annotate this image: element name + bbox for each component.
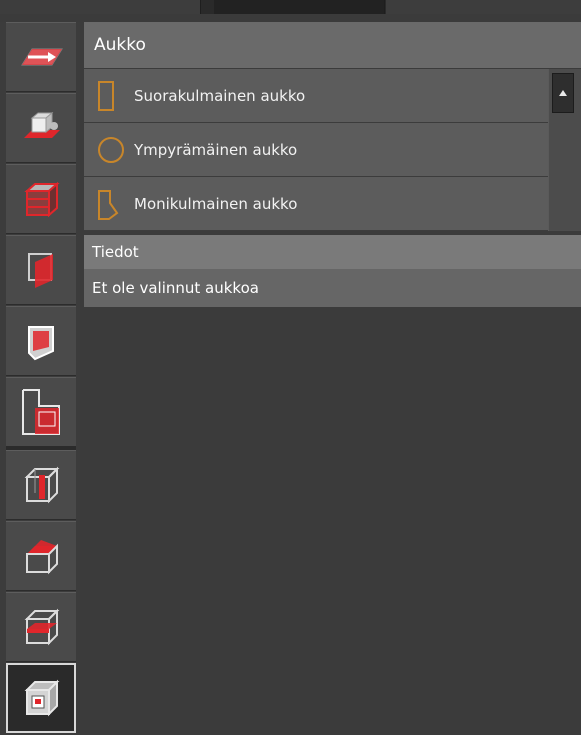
- list-item-label: Suorakulmainen aukko: [134, 87, 306, 105]
- list-item-circle-opening[interactable]: Ympyrämäinen aukko: [84, 123, 548, 177]
- l-shape-opening-icon: [22, 389, 60, 435]
- top-tab-left[interactable]: [0, 0, 201, 14]
- tool-button-arrow-into-slab[interactable]: [6, 22, 76, 92]
- info-message: Et ole valinnut aukkoa: [84, 269, 581, 307]
- box-roof-icon: [26, 540, 58, 575]
- circle-opening-icon: [98, 137, 124, 163]
- chevron-up-icon: [559, 90, 567, 96]
- tool-button-cut-box[interactable]: [6, 93, 76, 163]
- scroll-up-button[interactable]: [552, 73, 574, 113]
- cut-box-icon: [24, 111, 60, 138]
- tool-button-box-opening[interactable]: [6, 663, 76, 733]
- rectangle-opening-icon: [98, 81, 114, 111]
- list-item-rectangle-opening[interactable]: Suorakulmainen aukko: [84, 69, 548, 123]
- box-vertical-cut-icon: [24, 466, 60, 504]
- panel-title: Aukko: [84, 22, 581, 68]
- opening-type-list: Suorakulmainen aukko Ympyrämäinen aukko …: [84, 69, 581, 231]
- wall-opening-icon: [28, 326, 54, 361]
- tool-button-layered-block[interactable]: [6, 164, 76, 234]
- tool-button-wall-face[interactable]: [6, 235, 76, 305]
- polygon-opening-icon: [98, 190, 119, 220]
- top-tab-strip: [0, 0, 581, 14]
- box-horizontal-cut-icon: [24, 608, 60, 646]
- arrow-into-slab-icon: [21, 48, 63, 66]
- info-section-header: Tiedot: [84, 235, 581, 269]
- list-item-polygon-opening[interactable]: Monikulmainen aukko: [84, 177, 548, 231]
- opening-panel: Aukko Suorakulmainen aukko Ympyrämäinen …: [84, 22, 581, 735]
- tool-button-l-shape-opening[interactable]: [6, 377, 76, 447]
- tool-toolbar: [0, 22, 80, 735]
- tool-button-wall-opening[interactable]: [6, 306, 76, 376]
- tool-button-box-horizontal-cut[interactable]: [6, 592, 76, 662]
- app-window: Aukko Suorakulmainen aukko Ympyrämäinen …: [0, 0, 581, 735]
- list-item-label: Monikulmainen aukko: [134, 195, 298, 213]
- list-item-label: Ympyrämäinen aukko: [134, 141, 298, 159]
- tool-button-box-roof[interactable]: [6, 521, 76, 591]
- top-tab-middle[interactable]: [214, 0, 385, 14]
- box-opening-icon: [24, 679, 60, 717]
- top-tab-right[interactable]: [386, 0, 581, 14]
- tool-button-box-vertical-cut[interactable]: [6, 450, 76, 520]
- wall-face-icon: [28, 253, 53, 288]
- layered-block-icon: [24, 181, 60, 218]
